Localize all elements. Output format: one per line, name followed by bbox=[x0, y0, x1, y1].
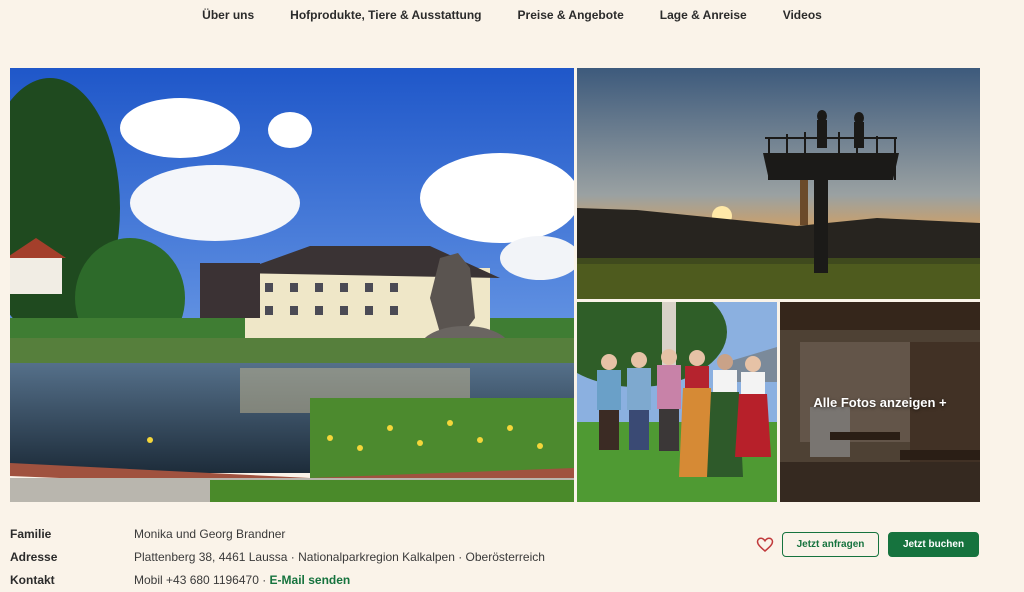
family-group-image bbox=[577, 302, 777, 502]
family-label: Familie bbox=[10, 526, 52, 541]
contact-label: Kontakt bbox=[10, 572, 55, 587]
nav-item-ueber-uns[interactable]: Über uns bbox=[202, 8, 254, 22]
nav-item-videos[interactable]: Videos bbox=[783, 8, 822, 22]
inquire-button[interactable]: Jetzt anfragen bbox=[782, 532, 879, 557]
heart-icon[interactable] bbox=[756, 536, 774, 554]
address-value: Plattenberg 38, 4461 Laussa · Nationalpa… bbox=[134, 549, 545, 564]
sunset-tower-image bbox=[577, 68, 980, 299]
family-photo[interactable] bbox=[577, 302, 777, 502]
nav-item-hofprodukte[interactable]: Hofprodukte, Tiere & Ausstattung bbox=[290, 8, 481, 22]
book-button[interactable]: Jetzt buchen bbox=[888, 532, 979, 557]
sunset-tower-photo[interactable] bbox=[577, 68, 980, 299]
main-photo-farmhouse-pond[interactable] bbox=[10, 68, 574, 502]
contact-row: Kontakt Mobil +43 680 1196470 · E-Mail s… bbox=[10, 568, 630, 591]
all-photos-label: Alle Fotos anzeigen + bbox=[813, 394, 947, 410]
family-value: Monika und Georg Brandner bbox=[134, 526, 286, 541]
contact-value: Mobil +43 680 1196470 · E-Mail senden bbox=[134, 573, 350, 587]
farm-info: Familie Monika und Georg Brandner Adress… bbox=[10, 522, 630, 591]
family-row: Familie Monika und Georg Brandner bbox=[10, 522, 630, 545]
farmhouse-pond-image bbox=[10, 68, 574, 502]
top-navigation: Über uns Hofprodukte, Tiere & Ausstattun… bbox=[0, 0, 1024, 30]
address-label: Adresse bbox=[10, 549, 58, 564]
nav-item-preise[interactable]: Preise & Angebote bbox=[518, 8, 624, 22]
all-photos-tile[interactable]: Alle Fotos anzeigen + bbox=[780, 302, 980, 502]
photo-gallery: Alle Fotos anzeigen + bbox=[10, 68, 980, 502]
phone-number: Mobil +43 680 1196470 · bbox=[134, 572, 270, 587]
address-row: Adresse Plattenberg 38, 4461 Laussa · Na… bbox=[10, 545, 630, 568]
booking-actions: Jetzt anfragen Jetzt buchen bbox=[756, 532, 979, 557]
email-link[interactable]: E-Mail senden bbox=[270, 573, 351, 587]
nav-item-lage[interactable]: Lage & Anreise bbox=[660, 8, 747, 22]
